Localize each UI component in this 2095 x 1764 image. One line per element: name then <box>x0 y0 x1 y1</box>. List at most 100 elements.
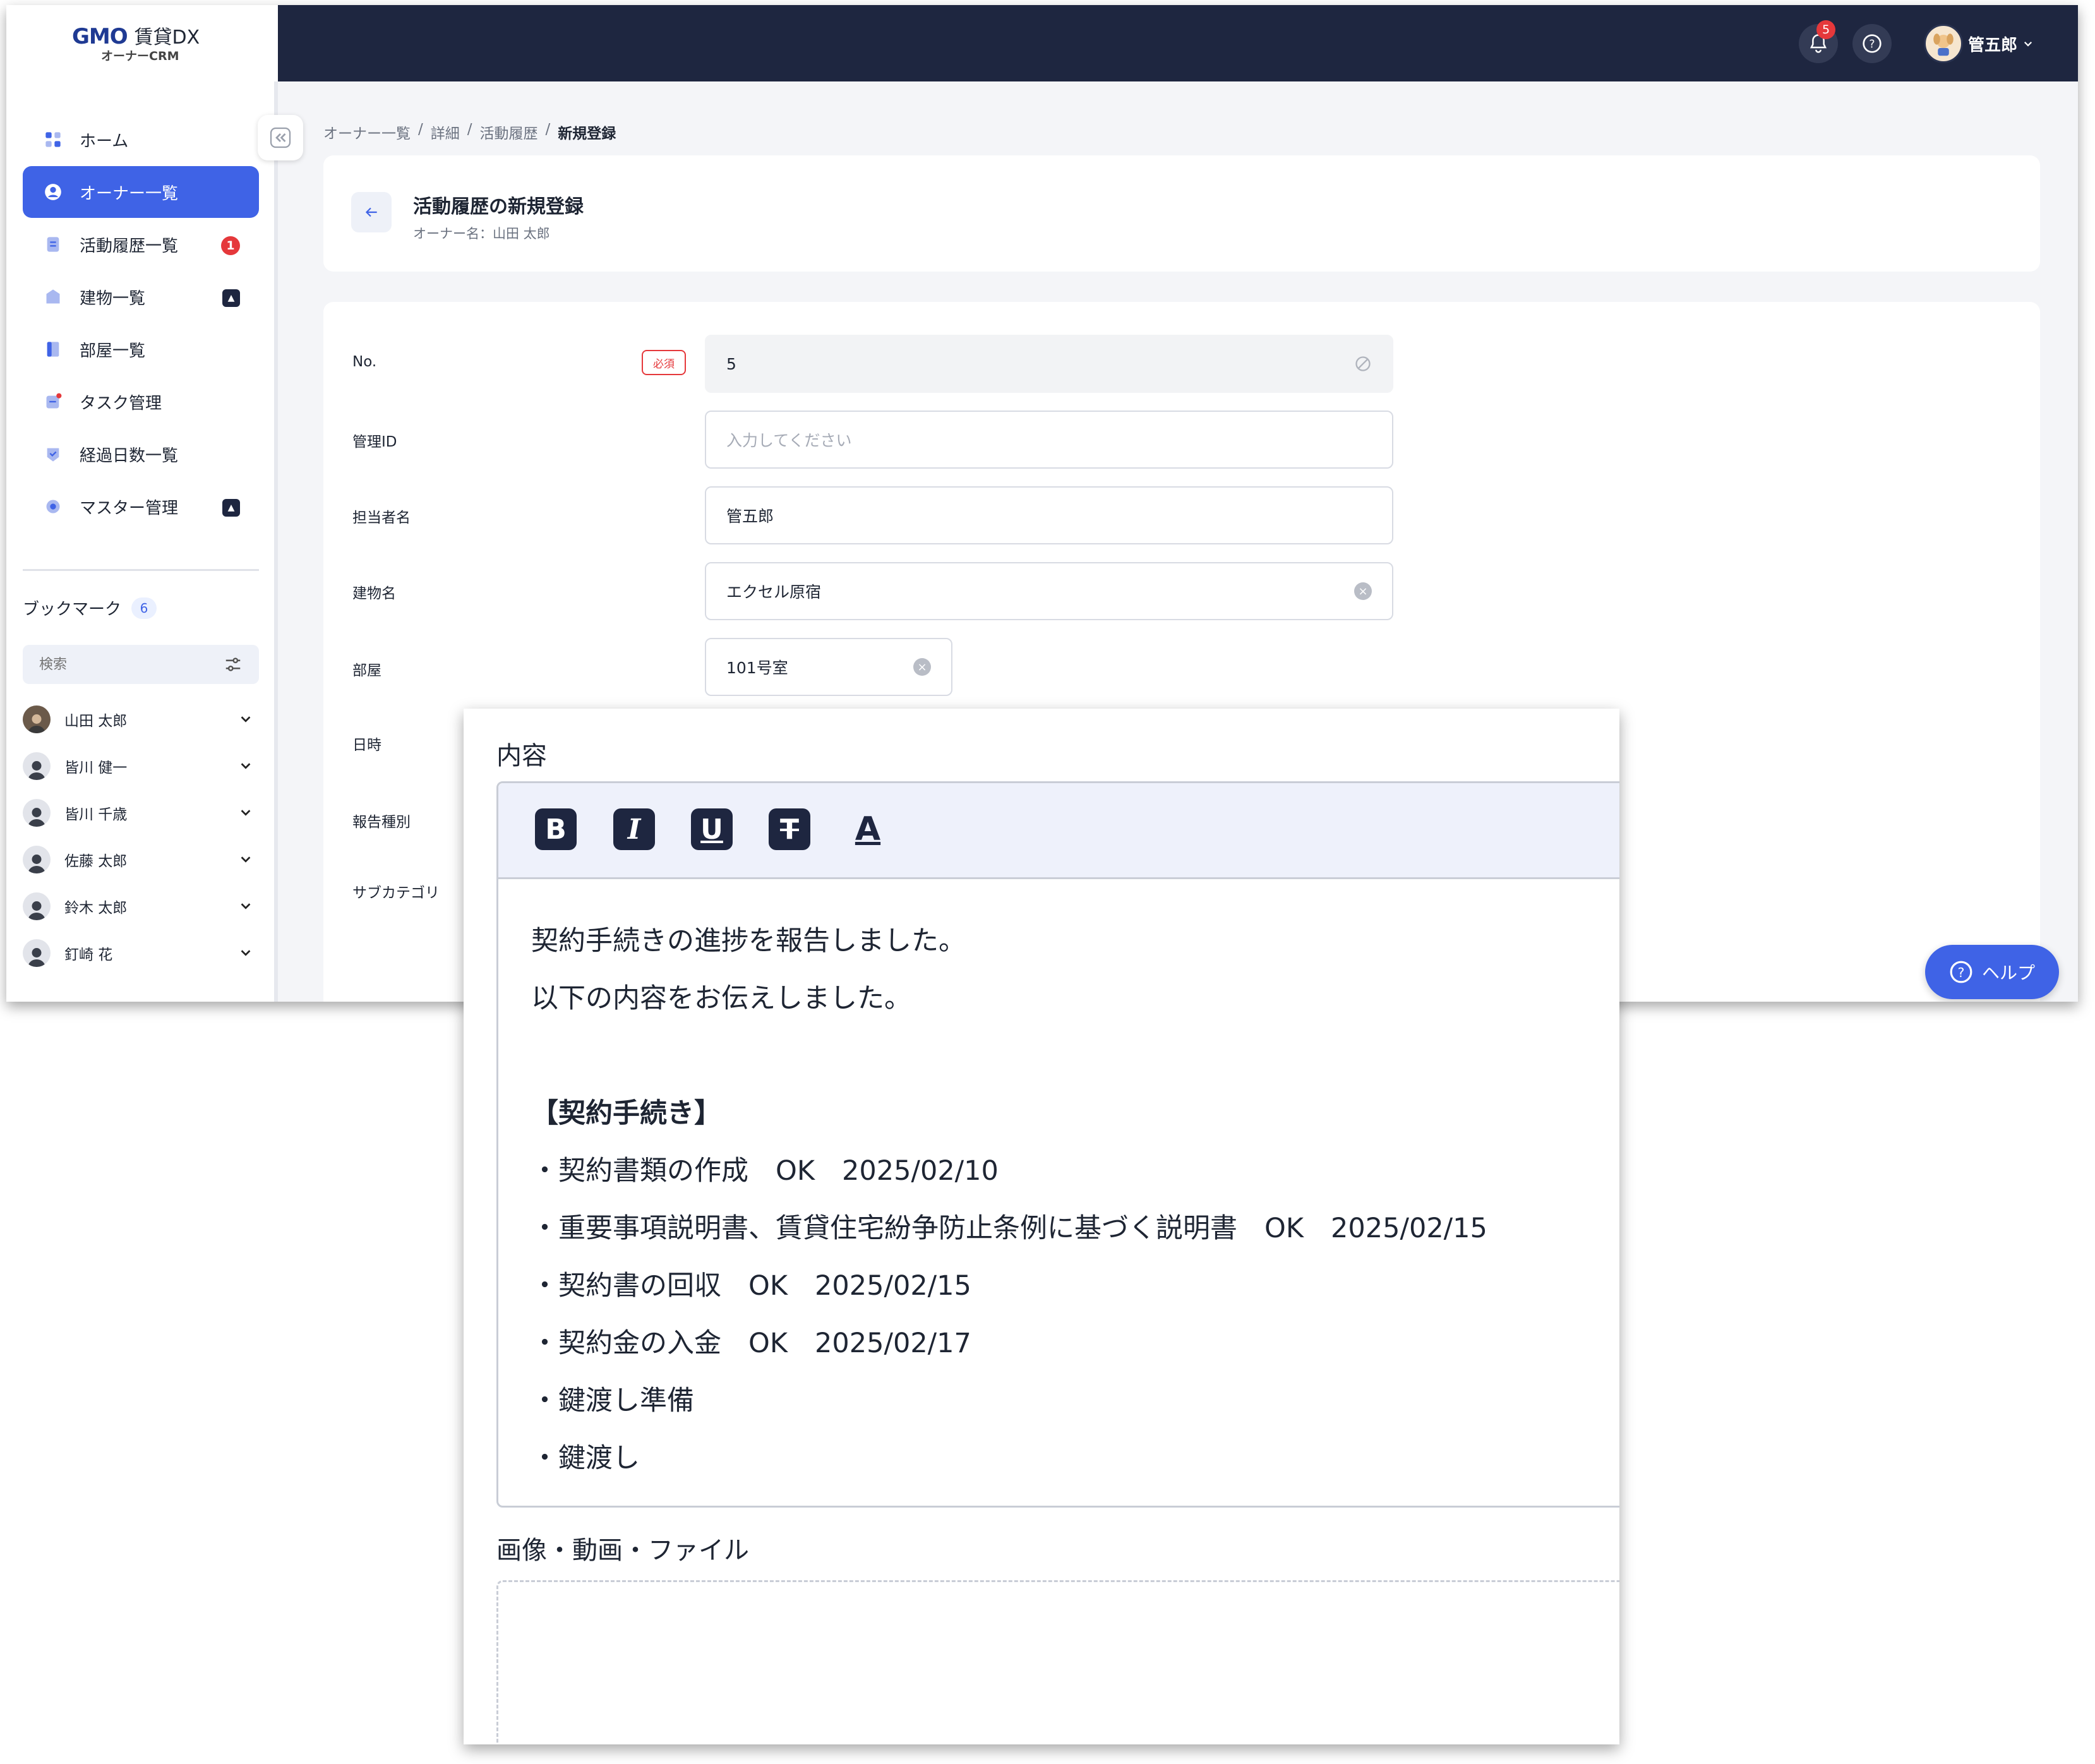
zoom-callout: 内容 B I U T A 契約手続きの進捗を報告しました。 以下の内容をお伝えし… <box>464 709 1619 1744</box>
sidebar-item-home[interactable]: ホーム <box>23 114 259 165</box>
back-button[interactable] <box>351 192 392 232</box>
filter-icon[interactable] <box>224 655 243 674</box>
task-icon <box>44 393 62 411</box>
avatar <box>23 846 51 873</box>
bookmark-item[interactable]: 皆川 健一 <box>23 747 259 785</box>
content-line: ・契約書の回収 OK 2025/02/15 <box>531 1270 971 1302</box>
underline-icon: U <box>700 813 723 846</box>
avatar <box>23 939 51 967</box>
staff-value: 管五郎 <box>726 507 774 525</box>
bookmark-count: 6 <box>131 597 157 619</box>
no-field-value: 5 <box>726 354 736 373</box>
bookmark-name: 皆川 健一 <box>64 760 128 776</box>
sidebar-item-label: 部屋一覧 <box>80 341 146 361</box>
check-badge-icon <box>44 445 62 463</box>
room-select[interactable]: 101号室 × <box>705 638 952 696</box>
chevron-down-icon[interactable] <box>239 899 253 913</box>
italic-button[interactable]: I <box>613 808 655 850</box>
content-line: ・鍵渡し準備 <box>531 1385 694 1417</box>
sidebar-item-label: 活動履歴一覧 <box>80 236 179 256</box>
expand-icon[interactable]: ▲ <box>222 499 240 517</box>
field-label-room: 部屋 <box>352 663 381 679</box>
text-color-icon: A <box>855 810 881 848</box>
arrow-left-icon <box>365 207 377 217</box>
bookmark-item[interactable]: 釘崎 花 <box>23 934 259 972</box>
logo[interactable]: GMO 賃貸DX オーナーCRM <box>6 5 278 81</box>
bookmark-item[interactable]: 山田 太郎 <box>23 700 259 738</box>
editor-toolbar: B I U T A <box>498 783 1619 879</box>
bold-button[interactable]: B <box>535 808 577 850</box>
field-label-manage-id: 管理ID <box>352 434 397 450</box>
disabled-icon <box>1355 356 1371 371</box>
sidebar-item-buildings[interactable]: 建物一覧 ▲ <box>23 271 259 323</box>
field-label-subcategory: サブカテゴリ <box>352 885 440 901</box>
page-subtitle: オーナー名：山田 太郎 <box>413 226 550 241</box>
svg-text:?: ? <box>1958 965 1965 980</box>
breadcrumb: オーナー一覧 / 詳細 / 活動履歴 / 新規登録 <box>323 121 616 143</box>
field-label-staff: 担当者名 <box>352 510 411 526</box>
sidebar-item-tasks[interactable]: タスク管理 <box>23 376 259 428</box>
content-line: ・重要事項説明書、賃貸住宅紛争防止条例に基づく説明書 OK 2025/02/15 <box>531 1213 1487 1244</box>
page-title: 活動履歴の新規登録 <box>413 196 584 218</box>
breadcrumb-separator: / <box>545 121 551 138</box>
content-line: 以下の内容をお伝えしました。 <box>531 983 911 1014</box>
sidebar-item-activity-history[interactable]: 活動履歴一覧 1 <box>23 219 259 270</box>
text-color-button[interactable]: A <box>847 808 889 850</box>
sidebar-item-label: オーナー一覧 <box>80 184 179 203</box>
building-select[interactable]: エクセル原宿 × <box>705 562 1393 620</box>
clear-icon[interactable]: × <box>1354 582 1372 600</box>
sidebar-item-label: ホーム <box>80 131 129 151</box>
bookmark-item[interactable]: 皆川 千歳 <box>23 794 259 832</box>
help-icon[interactable]: ? <box>1852 24 1892 63</box>
breadcrumb-detail[interactable]: 詳細 <box>431 121 460 143</box>
help-button[interactable]: ? ヘルプ <box>1925 945 2059 999</box>
content-line: ・契約金の入金 OK 2025/02/17 <box>531 1328 971 1359</box>
field-label-no: No. <box>352 354 377 370</box>
chevron-down-icon[interactable] <box>239 945 253 959</box>
bookmark-item[interactable]: 鈴木 太郎 <box>23 887 259 925</box>
rich-text-editor[interactable]: B I U T A 契約手続きの進捗を報告しました。 以下の内容をお伝えしました… <box>496 781 1619 1508</box>
avatar <box>23 892 51 920</box>
content-heading: 【契約手続き】 <box>531 1098 721 1129</box>
user-menu[interactable]: 管五郎 <box>1924 24 2034 63</box>
clear-icon[interactable]: × <box>913 658 931 676</box>
field-label-report-type: 報告種別 <box>352 814 411 831</box>
bookmark-item[interactable]: 佐藤 太郎 <box>23 841 259 879</box>
room-value: 101号室 <box>726 659 788 677</box>
sidebar-item-elapsed-days[interactable]: 経過日数一覧 <box>23 428 259 480</box>
sidebar-item-rooms[interactable]: 部屋一覧 <box>23 323 259 375</box>
avatar <box>1924 24 1963 63</box>
manage-id-placeholder: 入力してください <box>726 431 852 450</box>
sidebar-item-master[interactable]: マスター管理 ▲ <box>23 481 259 532</box>
logo-main: GMO <box>72 24 128 49</box>
editor-content[interactable]: 契約手続きの進捗を報告しました。 以下の内容をお伝えしました。 【契約手続き】 … <box>531 913 1619 1487</box>
svg-text:?: ? <box>1869 39 1875 51</box>
chevron-down-icon[interactable] <box>239 852 253 866</box>
search-input[interactable] <box>39 656 203 673</box>
collapse-sidebar-button[interactable] <box>258 115 303 160</box>
notification-badge: 5 <box>1816 20 1835 39</box>
avatar <box>23 705 51 733</box>
field-label-datetime: 日時 <box>352 737 381 753</box>
breadcrumb-activity[interactable]: 活動履歴 <box>480 121 538 143</box>
breadcrumb-owners[interactable]: オーナー一覧 <box>323 121 411 143</box>
chevron-down-icon[interactable] <box>239 805 253 819</box>
file-dropzone[interactable] <box>496 1580 1619 1744</box>
sidebar-item-label: 経過日数一覧 <box>80 446 179 465</box>
logo-sub: オーナーCRM <box>101 49 179 63</box>
expand-icon[interactable]: ▲ <box>222 289 240 307</box>
bookmark-header: ブックマーク 6 <box>23 596 157 620</box>
staff-input[interactable]: 管五郎 <box>705 486 1393 544</box>
gear-icon <box>44 498 62 515</box>
breadcrumb-current: 新規登録 <box>558 126 616 142</box>
bookmark-name: 山田 太郎 <box>64 713 128 729</box>
chevron-down-icon[interactable] <box>239 759 253 772</box>
underline-button[interactable]: U <box>691 808 733 850</box>
chevron-down-icon[interactable] <box>239 712 253 726</box>
logo-dx: 賃貸DX <box>134 27 200 49</box>
attachment-label: 画像・動画・ファイル <box>496 1536 749 1565</box>
sidebar-item-owners[interactable]: オーナー一覧 <box>23 166 259 218</box>
grid-icon <box>44 131 62 148</box>
strikethrough-button[interactable]: T <box>769 808 810 850</box>
manage-id-input[interactable]: 入力してください <box>705 411 1393 469</box>
